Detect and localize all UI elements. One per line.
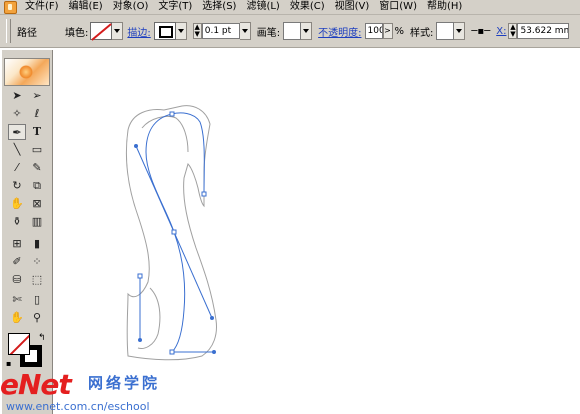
slice-tool-icon[interactable]: ✄ [8,292,26,308]
artwork [126,105,217,361]
menu-bar: 文件(F) 编辑(E) 对象(O) 文字(T) 选择(S) 滤镜(L) 效果(C… [0,0,580,15]
mode-label: 路径 [17,27,37,39]
letter-s-inner-outline [137,115,189,349]
menu-type[interactable]: 文字(T) [153,0,197,14]
stroke-weight-stepper[interactable]: ▲ ▼ [192,23,202,39]
fill-indicator[interactable] [8,333,30,355]
watermark-brand: eNet [0,368,72,401]
anchor-point [171,229,177,235]
rotate-tool-icon[interactable]: ↻ [8,178,26,194]
live-paint-bucket-tool-icon[interactable]: ⛁ [8,272,26,288]
opacity-label[interactable]: 不透明度: [318,24,361,39]
watermark-brand-cn: 网络学院 [88,374,161,392]
blend-tool-icon[interactable]: ⁘ [28,254,46,270]
opacity-field[interactable]: 100 [364,23,383,39]
stroke-label[interactable]: 描边: [127,24,150,39]
x-label[interactable]: X: [496,26,506,37]
paintbrush-tool-icon[interactable]: ⁄ [8,160,26,176]
fill-stroke-indicator[interactable]: ▪ [6,333,46,371]
stroke-swatch[interactable] [153,22,176,40]
eyedropper-tool-icon[interactable]: ✐ [8,254,26,270]
selection-tool-icon[interactable]: ➤ [8,88,26,104]
x-field[interactable]: 53.622 mm [517,23,570,39]
anchor-point [169,349,175,355]
opacity-slider-button[interactable]: > [382,23,393,39]
control-bar: 路径 填色: 描边: ▲▼ 0.1 pt 画笔: 不透明度: 100 > % 样… [0,15,580,48]
pencil-tool-icon[interactable]: ✎ [28,160,46,176]
menu-filter[interactable]: 滤镜(L) [241,0,284,14]
style-label: 样式: [410,27,434,39]
direct-selection-tool-icon[interactable]: ➢ [28,88,46,104]
brush-swatch[interactable] [283,22,302,40]
handle-point [210,316,214,320]
menu-object[interactable]: 对象(O) [108,0,154,14]
handle-point [212,350,216,354]
fill-swatch[interactable] [90,22,113,40]
mesh-tool-icon[interactable]: ⊞ [8,236,26,252]
scale-tool-icon[interactable]: ⧉ [28,178,46,194]
lasso-tool-icon[interactable]: ℓ [28,106,46,122]
app-icon[interactable] [4,0,17,14]
zoom-tool-icon[interactable]: ⚲ [28,310,46,326]
reference-point-icon[interactable]: ─▪─ [471,26,490,37]
style-swatch[interactable] [436,22,455,40]
line-tool-icon[interactable]: ╲ [8,142,26,158]
selected-path [145,112,214,353]
warp-tool-icon[interactable]: ✋ [8,196,26,212]
menu-select[interactable]: 选择(S) [197,0,241,14]
magic-wand-tool-icon[interactable]: ✧ [8,106,26,122]
menu-help[interactable]: 帮助(H) [422,0,467,14]
style-dropdown[interactable] [454,22,466,40]
brush-dropdown[interactable] [301,22,313,40]
symbol-sprayer-tool-icon[interactable]: ⚱ [8,214,26,230]
watermark: eNet 网络学院 www.enet.com.cn/eschool [0,368,220,414]
gradient-tool-icon[interactable]: ▮ [28,236,46,252]
menu-effect[interactable]: 效果(C) [285,0,330,14]
artboard-canvas[interactable] [54,48,580,414]
graph-tool-icon[interactable]: ▥ [28,214,46,230]
handle-point [138,338,142,342]
stroke-weight-dropdown[interactable] [239,22,251,40]
type-tool-icon[interactable]: T [28,124,46,140]
default-colors-icon[interactable]: ▪ [6,359,11,368]
opacity-unit: % [394,25,405,37]
stroke-dropdown[interactable] [175,22,187,40]
eraser-tool-icon[interactable]: ▯ [28,292,46,308]
fill-dropdown[interactable] [112,22,124,40]
free-transform-tool-icon[interactable]: ⊠ [28,196,46,212]
live-paint-selection-tool-icon[interactable]: ⬚ [28,272,46,288]
x-stepper[interactable]: ▲ ▼ [508,23,518,39]
rectangle-tool-icon[interactable]: ▭ [28,142,46,158]
menu-file[interactable]: 文件(F) [20,0,64,14]
watermark-url: www.enet.com.cn/eschool [6,400,150,413]
menu-view[interactable]: 视图(V) [330,0,375,14]
fill-label: 填色: [65,27,89,39]
menu-edit[interactable]: 编辑(E) [64,0,108,14]
app-logo [4,58,50,86]
stroke-weight-field[interactable]: 0.1 pt [201,23,240,39]
pen-tool-icon[interactable]: ✒ [8,124,26,140]
menu-window[interactable]: 窗口(W) [374,0,422,14]
brush-label: 画笔: [256,27,281,39]
anchor-point [201,191,207,197]
anchor-point [137,273,143,279]
handle-point [134,144,138,148]
hand-tool-icon[interactable]: ✋ [8,310,26,326]
control-bar-grip[interactable] [6,19,11,43]
anchor-point [169,111,175,117]
